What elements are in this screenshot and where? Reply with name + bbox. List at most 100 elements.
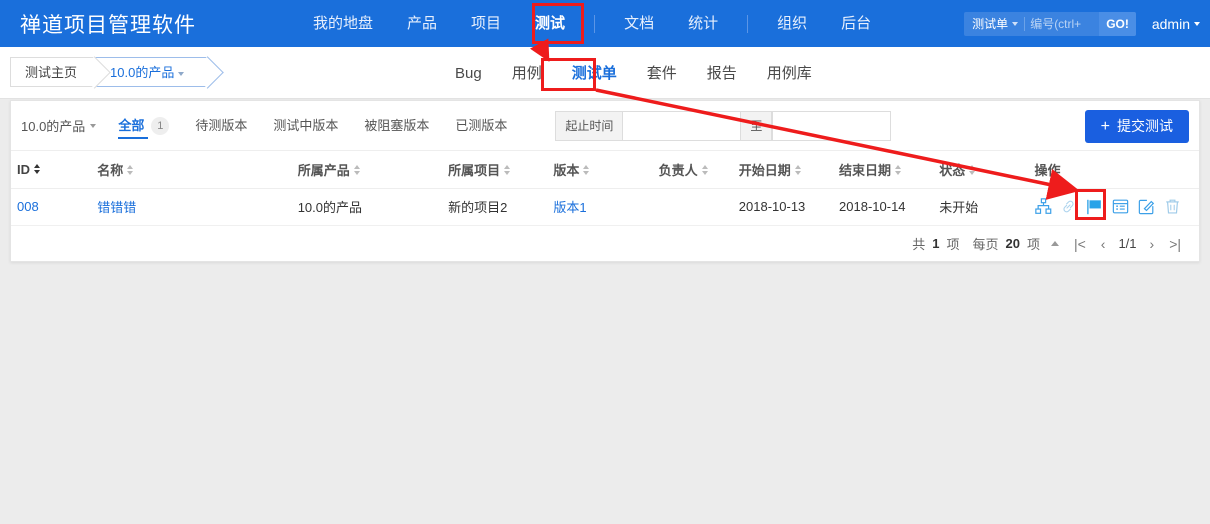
version-link[interactable]: 版本1 bbox=[553, 200, 586, 215]
user-name-label: admin bbox=[1151, 15, 1190, 32]
nav-item-admin[interactable]: 后台 bbox=[824, 0, 888, 47]
th-label: 状态 bbox=[939, 162, 966, 178]
sort-arrows-icon[interactable] bbox=[895, 165, 902, 176]
sort-arrows-icon[interactable] bbox=[701, 165, 708, 176]
nav-item-stats[interactable]: 统计 bbox=[671, 0, 735, 47]
th-label: 负责人 bbox=[658, 162, 698, 178]
tab-suite[interactable]: 套件 bbox=[632, 48, 692, 99]
th-end[interactable]: 结束日期 bbox=[833, 151, 934, 189]
perpage-count[interactable]: 20 bbox=[1005, 236, 1019, 251]
tab-case[interactable]: 用例 bbox=[497, 48, 557, 99]
filter-tab-label: 测试中版本 bbox=[273, 117, 339, 133]
flag-icon[interactable] bbox=[1085, 198, 1103, 216]
user-menu[interactable]: admin bbox=[1152, 16, 1200, 32]
th-status[interactable]: 状态 bbox=[933, 151, 1029, 189]
nav-item-test[interactable]: 测试 bbox=[518, 0, 582, 47]
filter-tab-testing[interactable]: 测试中版本 bbox=[273, 101, 338, 151]
sort-arrows-icon[interactable] bbox=[583, 165, 590, 176]
app-brand: 禅道项目管理软件 bbox=[20, 13, 196, 37]
th-id[interactable]: ID bbox=[11, 151, 92, 189]
filter-tab-badge: 1 bbox=[151, 116, 170, 135]
page-next-button[interactable]: › bbox=[1146, 236, 1159, 252]
status-badge: 未开始 bbox=[933, 188, 1029, 226]
date-range-filter: 起止时间 至 bbox=[555, 110, 892, 141]
th-label: 所属产品 bbox=[297, 162, 350, 178]
breadcrumb-label: 10.0的产品 bbox=[110, 65, 175, 80]
sort-arrows-icon[interactable] bbox=[353, 165, 360, 176]
nav-item-org[interactable]: 组织 bbox=[760, 0, 824, 47]
th-owner[interactable]: 负责人 bbox=[652, 151, 733, 189]
tab-bug[interactable]: Bug bbox=[440, 48, 497, 99]
nav-item-product[interactable]: 产品 bbox=[390, 0, 454, 47]
page-prev-button[interactable]: ‹ bbox=[1097, 236, 1110, 252]
edit-icon[interactable] bbox=[1138, 198, 1155, 215]
date-from-input[interactable] bbox=[622, 111, 741, 140]
search-go-button[interactable]: GO! bbox=[1099, 11, 1136, 36]
global-search[interactable]: 测试单 编号(ctrl+ GO! bbox=[964, 11, 1136, 36]
search-type-label: 测试单 bbox=[972, 17, 1009, 31]
th-label: 所属项目 bbox=[448, 162, 501, 178]
testtask-name-link[interactable]: 错错错 bbox=[97, 200, 136, 215]
cell-project: 新的项目2 bbox=[442, 188, 548, 226]
product-selector-label: 10.0的产品 bbox=[21, 119, 86, 134]
th-begin[interactable]: 开始日期 bbox=[732, 151, 834, 189]
filter-tab-all[interactable]: 全部 1 bbox=[118, 101, 170, 151]
breadcrumb-label: 测试主页 bbox=[25, 65, 78, 80]
tab-report[interactable]: 报告 bbox=[692, 48, 752, 99]
total-prefix: 共 bbox=[912, 237, 926, 252]
search-input[interactable]: 编号(ctrl+ bbox=[1025, 15, 1099, 32]
header-right-group: 测试单 编号(ctrl+ GO! admin bbox=[964, 0, 1200, 47]
th-name[interactable]: 名称 bbox=[91, 151, 292, 189]
breadcrumb: 测试主页 10.0的产品 bbox=[10, 57, 209, 87]
tab-caselib[interactable]: 用例库 bbox=[752, 48, 827, 99]
cell-name: 错错错 bbox=[91, 188, 292, 226]
top-header: 禅道项目管理软件 我的地盘 产品 项目 测试 文档 统计 组织 后台 测试单 编… bbox=[0, 0, 1210, 47]
date-to-input[interactable] bbox=[772, 111, 891, 140]
total-count: 1 bbox=[932, 236, 940, 251]
th-label: 名称 bbox=[97, 162, 124, 178]
sort-arrows-icon[interactable] bbox=[794, 165, 801, 176]
nav-item-project[interactable]: 项目 bbox=[454, 0, 518, 47]
main-navigation: 我的地盘 产品 项目 测试 文档 统计 组织 后台 bbox=[296, 0, 888, 47]
nav-item-doc[interactable]: 文档 bbox=[607, 0, 671, 47]
th-actions: 操作 bbox=[1028, 151, 1199, 189]
cell-owner bbox=[652, 188, 733, 226]
breadcrumb-item-product[interactable]: 10.0的产品 bbox=[95, 57, 209, 87]
filter-tab-label: 全部 bbox=[118, 117, 145, 133]
th-label: 版本 bbox=[553, 162, 580, 178]
filter-tab-done[interactable]: 已测版本 bbox=[455, 101, 507, 151]
filter-tab-wait[interactable]: 待测版本 bbox=[195, 101, 247, 151]
chevron-down-icon bbox=[1012, 21, 1019, 26]
page-first-button[interactable]: |< bbox=[1070, 236, 1090, 252]
sort-arrows-icon[interactable] bbox=[504, 165, 511, 176]
cell-version: 版本1 bbox=[547, 188, 653, 226]
sort-arrows-icon[interactable] bbox=[969, 165, 976, 176]
app-page: 禅道项目管理软件 我的地盘 产品 项目 测试 文档 统计 组织 后台 测试单 编… bbox=[0, 0, 1210, 524]
sort-arrows-icon[interactable] bbox=[34, 164, 40, 175]
submit-test-button[interactable]: + 提交测试 bbox=[1084, 110, 1189, 143]
filter-tab-blocked[interactable]: 被阻塞版本 bbox=[364, 101, 429, 151]
filter-tab-label: 待测版本 bbox=[195, 117, 248, 133]
link-icon[interactable] bbox=[1061, 199, 1076, 214]
page-info: 1/1 bbox=[1118, 236, 1137, 251]
sort-arrows-icon[interactable] bbox=[127, 165, 134, 176]
th-product[interactable]: 所属产品 bbox=[291, 151, 443, 189]
chevron-up-icon[interactable] bbox=[1050, 241, 1059, 246]
tab-testtask[interactable]: 测试单 bbox=[557, 48, 632, 99]
testtask-id-link[interactable]: 008 bbox=[17, 199, 39, 214]
delete-icon[interactable] bbox=[1164, 198, 1181, 215]
detail-icon[interactable] bbox=[1112, 198, 1129, 215]
module-tabs: Bug 用例 测试单 套件 报告 用例库 bbox=[440, 47, 827, 99]
cell-actions bbox=[1028, 188, 1199, 226]
nav-item-my[interactable]: 我的地盘 bbox=[296, 0, 390, 47]
page-last-button[interactable]: >| bbox=[1165, 236, 1185, 252]
breadcrumb-item-test-home[interactable]: 测试主页 bbox=[10, 57, 96, 87]
th-label: ID bbox=[17, 161, 30, 177]
search-type-selector[interactable]: 测试单 bbox=[964, 15, 1024, 32]
th-version[interactable]: 版本 bbox=[547, 151, 653, 189]
perpage-suffix: 项 bbox=[1026, 237, 1040, 252]
th-label: 结束日期 bbox=[839, 162, 892, 178]
sitemap-icon[interactable] bbox=[1034, 198, 1052, 215]
product-selector[interactable]: 10.0的产品 bbox=[21, 116, 97, 135]
th-project[interactable]: 所属项目 bbox=[442, 151, 548, 189]
